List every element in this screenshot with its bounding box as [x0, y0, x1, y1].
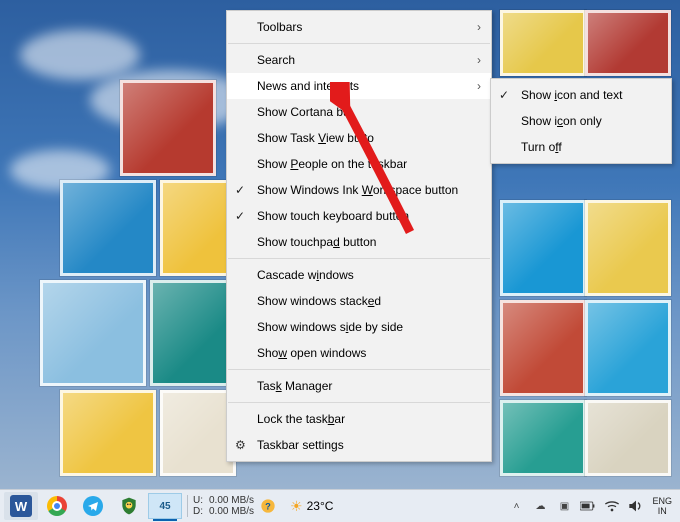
shield-icon: [119, 496, 139, 516]
chevron-right-icon: ›: [477, 53, 481, 67]
menu-label: Show Cortana bu: [257, 105, 350, 119]
chevron-right-icon: ›: [477, 79, 481, 93]
taskbar-context-menu: Toolbars › Search › News and interests › Sh…: [226, 10, 492, 462]
menu-item-cascade-windows[interactable]: Cascade windows: [227, 262, 491, 288]
sun-icon: ☀: [290, 498, 303, 515]
menu-label: Show icon and text: [521, 88, 622, 102]
menu-item-windows-side-by-side[interactable]: Show windows side by side: [227, 314, 491, 340]
menu-item-search[interactable]: Search ›: [227, 47, 491, 73]
check-icon: ✓: [499, 88, 509, 102]
menu-label: Show windows side by side: [257, 320, 403, 334]
menu-label: Show open windows: [257, 346, 366, 360]
submenu-item-turn-off[interactable]: Turn off: [491, 134, 671, 160]
taskbar-net-meter[interactable]: U: D: 0.00 MB/s 0.00 MB/s: [193, 495, 254, 517]
menu-separator: [228, 43, 490, 44]
menu-item-show-task-view[interactable]: Show Task View butto: [227, 125, 491, 151]
menu-separator: [228, 402, 490, 403]
taskbar-app-badge45[interactable]: 45: [148, 492, 182, 520]
menu-separator: [228, 369, 490, 370]
tray-language[interactable]: ENG IN: [652, 496, 672, 516]
menu-label: Show touch keyboard button: [257, 209, 409, 223]
submenu-item-show-icon-and-text[interactable]: ✓ Show icon and text: [491, 82, 671, 108]
menu-label: Taskbar settings: [257, 438, 344, 452]
taskbar-app-chrome[interactable]: [40, 492, 74, 520]
svg-text:?: ?: [265, 501, 271, 511]
menu-label: Show People on the taskbar: [257, 157, 407, 171]
tray-help-icon[interactable]: ?: [260, 498, 276, 514]
check-icon: ✓: [235, 183, 245, 197]
menu-item-lock-taskbar[interactable]: Lock the taskbar: [227, 406, 491, 432]
tray-battery-icon[interactable]: [580, 498, 596, 514]
taskbar-app-security[interactable]: [112, 492, 146, 520]
net-labels: U: D:: [193, 495, 203, 517]
taskbar-tray: ˄ ☁ ▣ ENG IN: [508, 496, 680, 516]
net-values: 0.00 MB/s 0.00 MB/s: [209, 495, 254, 517]
submenu-item-show-icon-only[interactable]: Show icon only: [491, 108, 671, 134]
badge-45-icon: 45: [148, 493, 182, 519]
menu-item-windows-stacked[interactable]: Show windows stacked: [227, 288, 491, 314]
menu-item-show-cortana[interactable]: Show Cortana bu: [227, 99, 491, 125]
menu-label: Show Windows Ink Workspace button: [257, 183, 458, 197]
tray-cloud-icon[interactable]: ☁: [532, 498, 548, 514]
telegram-icon: [83, 496, 103, 516]
menu-item-task-manager[interactable]: Task Manager: [227, 373, 491, 399]
menu-item-show-touch-keyboard[interactable]: ✓ Show touch keyboard button: [227, 203, 491, 229]
news-interests-submenu: ✓ Show icon and text Show icon only Turn …: [490, 78, 672, 164]
menu-label: Toolbars: [257, 20, 302, 34]
weather-temp: 23°C: [307, 499, 334, 513]
taskbar-left: W 45: [0, 492, 182, 520]
menu-label: Show touchpad button: [257, 235, 376, 249]
taskbar-separator: [187, 495, 188, 517]
tray-volume-icon[interactable]: [628, 498, 644, 514]
menu-item-show-open-windows[interactable]: Show open windows: [227, 340, 491, 366]
word-icon: W: [10, 495, 32, 517]
desktop: Toolbars › Search › News and interests › Sh…: [0, 0, 680, 522]
tray-wifi-icon[interactable]: [604, 498, 620, 514]
tray-app-icon[interactable]: ▣: [556, 498, 572, 514]
menu-separator: [228, 258, 490, 259]
menu-label: Lock the taskbar: [257, 412, 345, 426]
menu-item-news-and-interests[interactable]: News and interests ›: [227, 73, 491, 99]
menu-label: Show icon only: [521, 114, 602, 128]
menu-item-show-people[interactable]: Show People on the taskbar: [227, 151, 491, 177]
menu-label: News and interests: [257, 79, 359, 93]
taskbar-app-telegram[interactable]: [76, 492, 110, 520]
taskbar-weather[interactable]: ☀ 23°C: [290, 498, 333, 515]
menu-item-toolbars[interactable]: Toolbars ›: [227, 14, 491, 40]
menu-item-taskbar-settings[interactable]: ⚙ Taskbar settings: [227, 432, 491, 458]
menu-label: Show windows stacked: [257, 294, 381, 308]
tray-chevron-up-icon[interactable]: ˄: [508, 498, 524, 514]
taskbar-app-word[interactable]: W: [4, 492, 38, 520]
taskbar[interactable]: W 45 U: D: 0.00 MB/s 0.00 MB/s ? ☀ 23°C: [0, 489, 680, 522]
menu-label: Task Manager: [257, 379, 332, 393]
menu-label: Cascade windows: [257, 268, 354, 282]
menu-label: Search: [257, 53, 295, 67]
gear-icon: ⚙: [235, 438, 246, 452]
menu-label: Show Task View butto: [257, 131, 374, 145]
menu-item-show-touchpad[interactable]: Show touchpad button: [227, 229, 491, 255]
menu-label: Turn off: [521, 140, 562, 154]
check-icon: ✓: [235, 209, 245, 223]
chrome-icon: [47, 496, 67, 516]
chevron-right-icon: ›: [477, 20, 481, 34]
menu-item-show-ink-workspace[interactable]: ✓ Show Windows Ink Workspace button: [227, 177, 491, 203]
